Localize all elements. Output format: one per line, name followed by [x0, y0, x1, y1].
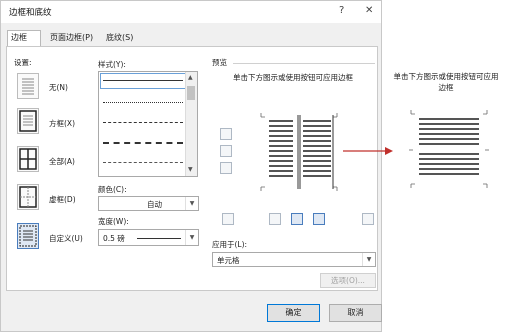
style-long-dash-line[interactable] [103, 142, 183, 144]
color-value: 自动 [147, 200, 162, 209]
chevron-down-icon[interactable]: ▼ [362, 253, 375, 266]
preview-hint: 单击下方图示或使用按钮可应用边框 [233, 73, 353, 82]
style-dotted-line[interactable] [103, 102, 183, 103]
setting-all-label[interactable]: 全部(A) [49, 156, 75, 167]
scroll-down-icon[interactable]: ▼ [188, 166, 193, 173]
setting-none-label[interactable]: 无(N) [49, 82, 68, 93]
style-header: 样式(Y): [98, 60, 126, 69]
apply-to-label: 应用于(L): [212, 240, 248, 249]
border-bottom-button[interactable] [220, 162, 232, 174]
apply-to-value: 单元格 [217, 256, 240, 265]
style-scrollbar[interactable]: ▲ ▼ [185, 72, 197, 176]
tab-shading[interactable]: 底纹(S) [103, 31, 141, 45]
style-solid-line[interactable] [103, 80, 183, 81]
cancel-button[interactable]: 取消 [329, 304, 382, 322]
width-sample-line [137, 238, 181, 239]
width-select[interactable]: 0.5 磅 ▼ [98, 229, 199, 246]
style-dash-dot-line[interactable] [103, 162, 183, 163]
setting-none-icon[interactable] [17, 73, 39, 99]
close-button[interactable]: ✕ [365, 5, 373, 16]
setting-box-icon[interactable] [17, 108, 39, 134]
setting-custom-label[interactable]: 自定义(U) [49, 233, 83, 244]
borders-and-shading-dialog: 边框和底纹 ? ✕ 边框(B) 页面边框(P) 底纹(S) 设置: 无(N) 方… [0, 0, 382, 332]
border-top-button[interactable] [220, 128, 232, 140]
setting-grid-icon[interactable] [17, 184, 39, 210]
color-label: 颜色(C): [98, 185, 127, 194]
style-selected-item[interactable] [100, 73, 186, 89]
chevron-down-icon[interactable]: ▼ [185, 230, 198, 245]
preview-diagram[interactable] [259, 113, 339, 191]
chevron-down-icon[interactable]: ▼ [185, 197, 198, 210]
help-button[interactable]: ? [339, 5, 344, 16]
style-list[interactable]: ▲ ▼ [98, 71, 198, 177]
style-dashed-line[interactable] [103, 122, 183, 123]
options-button[interactable]: 选项(O)... [320, 273, 376, 288]
ok-button[interactable]: 确定 [267, 304, 320, 322]
side-preview-hint: 单击下方图示或使用按钮可应用边框 [393, 72, 499, 92]
setting-box-label[interactable]: 方框(X) [49, 118, 75, 129]
title-bar: 边框和底纹 ? ✕ [1, 1, 381, 23]
border-right-button[interactable] [313, 213, 325, 225]
preview-divider [233, 63, 375, 64]
setting-grid-label[interactable]: 虚框(D) [49, 194, 76, 205]
preview-header: 预览 [212, 58, 227, 67]
width-label: 宽度(W): [98, 217, 129, 226]
tab-page-border[interactable]: 页面边框(P) [47, 31, 101, 45]
width-value: 0.5 磅 [103, 234, 125, 243]
scroll-up-icon[interactable]: ▲ [188, 74, 193, 81]
color-select[interactable]: 自动 ▼ [98, 196, 199, 211]
border-diagonal-up-button[interactable] [362, 213, 374, 225]
border-vertical-button[interactable] [291, 213, 303, 225]
tab-borders[interactable]: 边框(B) [7, 30, 41, 55]
arrow-icon [343, 147, 393, 155]
setting-all-icon[interactable] [17, 146, 39, 172]
border-diagonal-down-button[interactable] [222, 213, 234, 225]
scroll-thumb[interactable] [187, 86, 195, 100]
border-middle-button[interactable] [220, 145, 232, 157]
settings-header: 设置: [14, 58, 32, 67]
side-preview-diagram [409, 110, 489, 188]
dialog-title: 边框和底纹 [9, 8, 52, 18]
border-left-button[interactable] [269, 213, 281, 225]
apply-to-select[interactable]: 单元格 ▼ [212, 252, 376, 267]
setting-custom-icon[interactable] [17, 223, 39, 249]
